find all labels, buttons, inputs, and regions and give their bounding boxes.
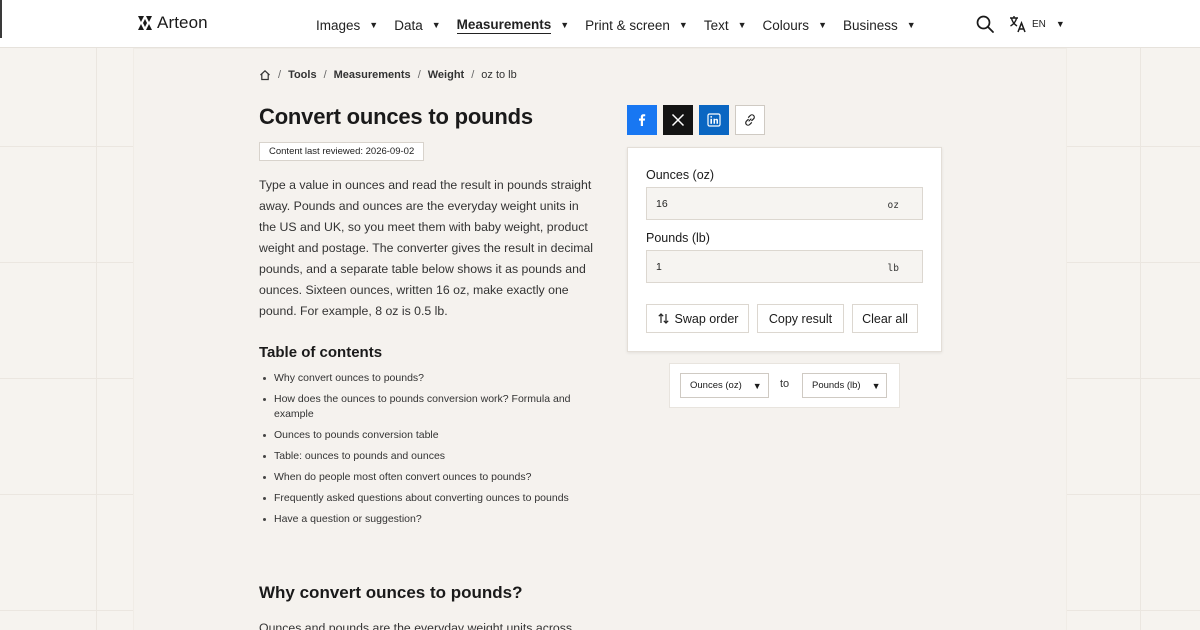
chevron-down-icon: ▼ <box>678 20 688 30</box>
language-code: EN <box>1032 18 1046 30</box>
breadcrumb-separator: / <box>323 69 327 81</box>
linkedin-icon <box>707 113 721 127</box>
table-of-contents: Why convert ounces to pounds? How does t… <box>259 371 599 533</box>
facebook-icon <box>639 114 646 126</box>
toc-item[interactable]: When do people most often convert ounces… <box>259 470 599 485</box>
nav-print-screen[interactable]: Print & screen ▼ <box>585 14 688 36</box>
breadcrumb-separator: / <box>417 69 421 81</box>
link-icon <box>745 114 755 126</box>
nav-text[interactable]: Text ▼ <box>704 14 747 36</box>
clear-all-button[interactable]: Clear all <box>852 304 918 333</box>
share-x-button[interactable] <box>663 105 693 135</box>
nav-label: Images <box>316 17 361 33</box>
toc-title: Table of contents <box>259 344 383 361</box>
site-logo[interactable]: Arteon <box>137 13 208 33</box>
chevron-down-icon: ▼ <box>560 20 570 30</box>
pounds-field[interactable]: lb <box>646 250 923 283</box>
section-heading: Why convert ounces to pounds? <box>259 583 523 602</box>
chevron-down-icon: ▼ <box>369 20 379 30</box>
pounds-unit: lb <box>887 263 899 274</box>
pounds-label: Pounds (lb) <box>646 231 710 245</box>
x-icon <box>671 113 685 127</box>
nav-measurements[interactable]: Measurements ▼ <box>456 14 570 36</box>
intro-paragraph: Type a value in ounces and read the resu… <box>259 178 594 318</box>
section-text: Ounces and pounds are the everyday weigh… <box>259 621 573 630</box>
chevron-down-icon: ▼ <box>871 380 881 391</box>
breadcrumb-separator: / <box>278 69 282 81</box>
from-unit-select[interactable]: Ounces (oz) ▼ <box>680 373 769 398</box>
toc-item[interactable]: How does the ounces to pounds conversion… <box>259 392 599 422</box>
page-title: Convert ounces to pounds <box>259 104 533 129</box>
toc-item[interactable]: Table: ounces to pounds and ounces <box>259 449 599 464</box>
share-linkedin-button[interactable] <box>699 105 729 135</box>
window-edge <box>0 0 2 38</box>
home-icon[interactable] <box>259 69 271 81</box>
swap-order-label: Swap order <box>674 311 739 326</box>
ounces-unit: oz <box>887 200 899 211</box>
from-unit-value: Ounces (oz) <box>690 380 742 391</box>
toc-item[interactable]: Why convert ounces to pounds? <box>259 371 599 386</box>
chevron-down-icon: ▼ <box>1055 19 1065 29</box>
toc-item[interactable]: Have a question or suggestion? <box>259 512 599 527</box>
chevron-down-icon: ▼ <box>818 20 827 30</box>
copy-link-button[interactable] <box>735 105 765 135</box>
nav-label: Data <box>394 17 423 33</box>
chevron-down-icon: ▼ <box>906 20 916 30</box>
breadcrumb: / Tools / Measurements / Weight / oz to … <box>259 69 517 81</box>
breadcrumb-measurements[interactable]: Measurements <box>334 69 411 81</box>
search-button[interactable] <box>975 14 995 34</box>
chevron-down-icon: ▼ <box>431 20 441 30</box>
pounds-input[interactable] <box>647 251 877 282</box>
nav-label: Business <box>842 17 898 33</box>
nav-label: Colours <box>762 17 810 33</box>
chevron-down-icon: ▼ <box>752 380 762 391</box>
copy-result-label: Copy result <box>768 311 833 326</box>
to-unit-select[interactable]: Pounds (lb) ▼ <box>802 373 887 398</box>
top-navigation-bar: Arteon Images ▼ Data ▼ Measurements ▼ Pr… <box>0 0 1200 48</box>
search-icon <box>976 15 994 33</box>
translate-icon <box>1010 16 1026 33</box>
breadcrumb-weight[interactable]: Weight <box>428 69 464 81</box>
to-label: to <box>780 378 790 390</box>
language-selector[interactable]: EN ▼ <box>1009 15 1065 33</box>
swap-icon <box>657 313 669 324</box>
logo-icon <box>138 16 152 30</box>
toc-item[interactable]: Ounces to pounds conversion table <box>259 428 599 443</box>
ounces-field[interactable]: oz <box>646 187 923 220</box>
main-nav: Images ▼ Data ▼ Measurements ▼ Print & s… <box>316 14 932 36</box>
nav-colours[interactable]: Colours ▼ <box>763 14 827 36</box>
review-date-badge: Content last reviewed: 2026-09-02 <box>259 142 425 161</box>
nav-label: Measurements <box>456 16 552 34</box>
toc-item[interactable]: Frequently asked questions about convert… <box>259 491 599 506</box>
copy-result-button[interactable]: Copy result <box>757 304 844 333</box>
share-facebook-button[interactable] <box>627 105 657 135</box>
chevron-down-icon: ▼ <box>737 20 747 30</box>
nav-business[interactable]: Business ▼ <box>843 14 916 36</box>
swap-order-button[interactable]: Swap order <box>646 304 749 333</box>
clear-all-label: Clear all <box>862 311 908 326</box>
breadcrumb-current: oz to lb <box>481 69 517 81</box>
nav-data[interactable]: Data ▼ <box>394 14 440 36</box>
breadcrumb-separator: / <box>471 69 475 81</box>
ounces-label: Ounces (oz) <box>646 168 715 182</box>
breadcrumb-tools[interactable]: Tools <box>288 69 317 81</box>
nav-label: Print & screen <box>585 17 670 33</box>
logo-text: Arteon <box>157 13 208 32</box>
nav-images[interactable]: Images ▼ <box>316 14 378 36</box>
to-unit-value: Pounds (lb) <box>812 380 861 391</box>
nav-label: Text <box>703 17 729 33</box>
ounces-input[interactable] <box>647 188 877 219</box>
